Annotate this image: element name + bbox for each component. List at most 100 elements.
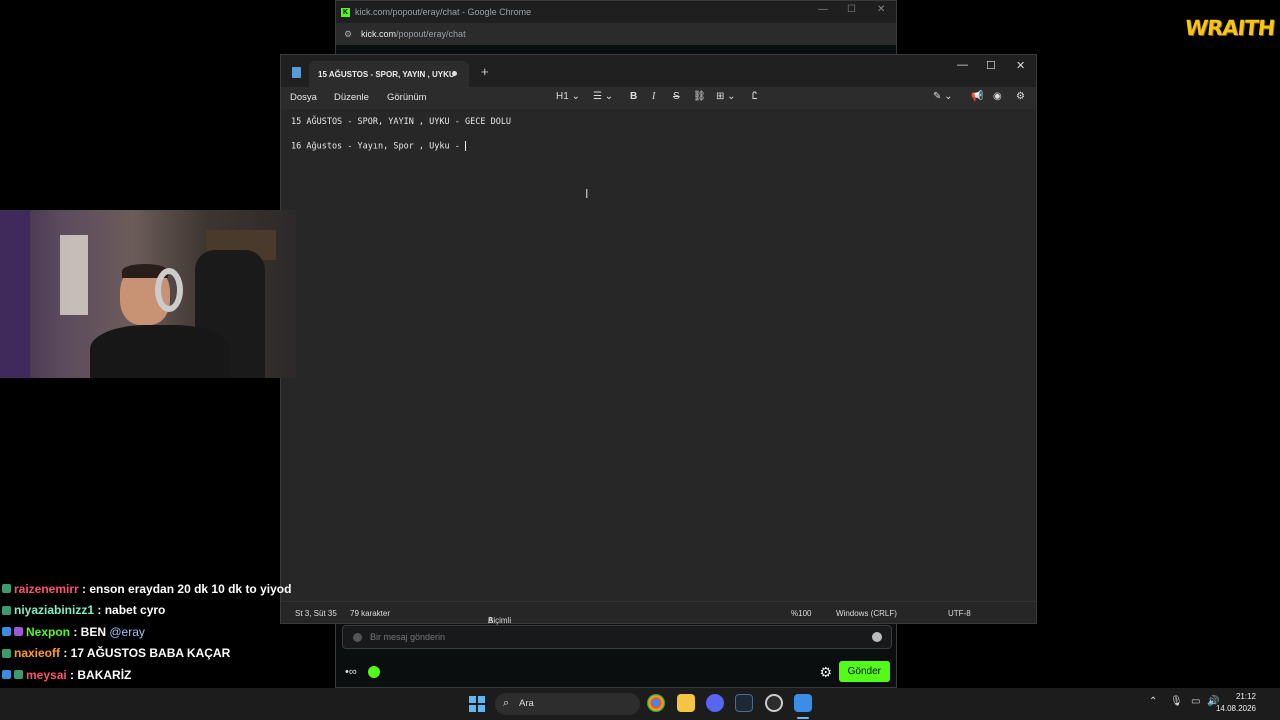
tab-title: 15 AĞUSTOS - SPOR, YAYIN , UYKU [318,70,455,79]
chat-badge-icon [2,670,11,680]
heading-label: H1 [556,91,569,102]
announce-icon[interactable]: 📢 [971,91,983,102]
send-button[interactable]: Gönder [838,661,890,682]
new-tab-plus-icon[interactable]: + [481,64,489,79]
list-dropdown-icon[interactable]: ☰ ⌄ [593,91,613,102]
webcam-wall [0,210,30,378]
emoji-picker-icon[interactable] [872,632,882,642]
kick-logo-icon: K [341,7,350,17]
editor-line-2-text: 16 Ağustos - Yayın, Spor , Uyku - [291,141,465,152]
link-icon[interactable]: ⛓ [693,91,706,102]
webcam-door [60,235,88,315]
format-label: Biçimli [488,616,512,625]
close-icon[interactable]: ✕ [877,4,885,15]
chat-text: : 17 AĞUSTOS BABA KAÇAR [60,646,231,661]
chat-text: : enson eraydan 20 dk 10 dk to yiyod [78,581,292,596]
chat-message-input[interactable]: Bir mesaj gönderin [342,625,892,649]
line-ending[interactable]: Windows (CRLF) [836,609,897,618]
table-icon[interactable]: ⊞ ⌄ [716,91,736,102]
chat-message: meysai : BAKARİZ [2,664,297,686]
chat-mention[interactable]: @eray [109,623,145,641]
clear-format-icon[interactable]: Ꮭ [752,91,758,102]
emote-icon[interactable] [353,632,362,642]
unsaved-dot-icon [452,71,457,76]
chat-message: naxieoff : 17 AĞUSTOS BABA KAÇAR [2,643,297,665]
chat-text: : BAKARİZ [66,667,132,682]
chat-settings-gear-icon[interactable]: ⚙ [819,664,832,681]
heading-dropdown[interactable]: H1 ⌄ [556,91,580,102]
kick-badge-icon[interactable] [367,666,380,678]
close-icon[interactable]: ✕ [1016,59,1025,72]
webcam-feed [0,210,296,378]
settings-gear-icon[interactable]: ⚙ [1016,91,1025,102]
chrome-titlebar: K kick.com/popout/eray/chat - Google Chr… [336,1,896,23]
maximize-icon[interactable]: ☐ [986,59,996,72]
chat-username[interactable]: niyaziabinizz1 [14,601,94,619]
chat-username[interactable]: raizenemirr [14,580,79,598]
cursor-position: St 3, Süt 35 [295,609,337,618]
bold-icon[interactable]: B [630,91,637,102]
chat-badge-icon [2,605,11,615]
menu-edit[interactable]: Düzenle [334,92,369,103]
chat-badge-icon [2,648,11,658]
editor-line-1: 15 AĞUSTOS - SPOR, YAYIN , UYKU - GECE D… [291,117,512,127]
obs-icon[interactable] [765,694,783,712]
chat-username[interactable]: Nexpon [26,623,70,641]
menu-view[interactable]: Görünüm [387,92,427,103]
webcam-person-body [90,325,230,378]
chat-message: niyaziabinizz1 : nabet cyro [2,600,297,622]
tray-chevron-up-icon[interactable]: ⌃ [1149,696,1157,707]
encoding[interactable]: UTF-8 [948,609,971,618]
chat-text: : BEN [70,624,110,639]
steam-icon[interactable] [735,694,753,712]
chat-username[interactable]: meysai [26,666,67,684]
discord-icon[interactable] [706,694,724,712]
file-explorer-icon[interactable] [677,694,695,712]
clock-time: 21:12 [1235,692,1256,701]
chat-badge-icon [14,627,23,637]
minimize-icon[interactable]: — [818,4,828,15]
chat-username[interactable]: naxieoff [14,644,60,662]
notepad-window: 15 AĞUSTOS - SPOR, YAYIN , UYKU + — ☐ ✕ … [280,54,1037,625]
strikethrough-icon[interactable]: S [673,91,680,102]
mouse-ibeam-cursor-icon: I [585,187,589,201]
italic-icon[interactable]: I [652,91,655,102]
network-icon[interactable]: ▭ [1191,696,1200,707]
notepad-app-icon [292,67,301,78]
wraith-logo: WRAITH [1183,16,1276,40]
chrome-icon[interactable] [647,694,665,712]
chat-badge-icon [14,670,23,680]
maximize-icon[interactable]: ☐ [847,4,856,15]
chat-badge-icon [2,627,11,637]
site-settings-icon[interactable]: ⚙ [344,29,354,40]
text-editor[interactable]: 15 AĞUSTOS - SPOR, YAYIN , UYKU - GECE D… [281,109,1036,601]
notepad-taskbar-icon[interactable] [794,694,812,712]
chat-badge-icon [2,584,11,594]
notepad-titlebar: 15 AĞUSTOS - SPOR, YAYIN , UYKU + — ☐ ✕ [281,55,1036,87]
microphone-icon[interactable]: 🎙 [1170,696,1183,707]
zoom-level[interactable]: %100 [791,609,811,618]
chat-message: Nexpon : BEN @eray [2,621,297,643]
text-caret [465,141,466,151]
windows-start-icon[interactable] [469,696,485,712]
url-path: /popout/eray/chat [396,29,466,39]
chat-bottom-bar: •∞ ⚙ Gönder [336,657,896,687]
menu-bar: Dosya Düzenle Görünüm H1 ⌄ ☰ ⌄ B I S ⛓ ⊞… [281,87,1036,109]
search-label: Ara [519,698,534,709]
tab-document[interactable]: 15 AĞUSTOS - SPOR, YAYIN , UYKU [309,61,469,87]
chat-text: : nabet cyro [94,603,166,618]
taskbar-clock[interactable]: 21:12 14.08.2026 [1216,691,1256,715]
character-count: 79 karakter [350,609,391,618]
copilot-icon[interactable]: ✎ ⌄ [933,91,953,102]
webcam-headset [155,268,183,312]
clock-date: 14.08.2026 [1215,704,1256,713]
taskbar-search[interactable]: ⌕ Ara [495,693,640,715]
status-bar: St 3, Süt 35 79 karakter A Biçimli %100 … [281,601,1036,625]
editor-line-2: 16 Ağustos - Yayın, Spor , Uyku - [291,141,466,152]
minimize-icon[interactable]: — [957,59,968,71]
url-host: kick.com [361,29,397,39]
menu-file[interactable]: Dosya [290,92,317,103]
points-icon[interactable]: •∞ [345,666,357,678]
account-icon[interactable]: ◉ [993,91,1002,102]
address-bar[interactable]: ⚙ kick.com/popout/eray/chat [336,23,896,45]
